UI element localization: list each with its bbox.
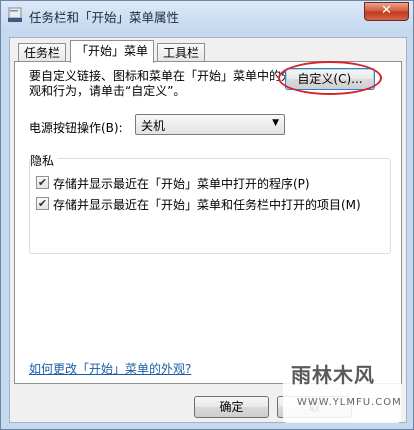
title-bar[interactable]: 任务栏和「开始」菜单属性 ✕	[1, 1, 414, 29]
recent-items-checkbox[interactable]: ✔	[36, 197, 49, 210]
customize-description: 要自定义链接、图标和菜单在「开始」菜单中的外观和行为，请单击“自定义”。	[29, 69, 294, 98]
privacy-group: 隐私 ✔ 存储并显示最近在「开始」菜单中打开的程序(P) ✔ 存储并显示最近在「…	[29, 152, 391, 254]
close-icon: ✕	[381, 3, 392, 18]
privacy-group-title: 隐私	[30, 152, 59, 169]
window-title: 任务栏和「开始」菜单属性	[29, 10, 180, 25]
start-menu-panel: 要自定义链接、图标和菜单在「开始」菜单中的外观和行为，请单击“自定义”。 自定义…	[14, 61, 402, 384]
recent-programs-label: 存储并显示最近在「开始」菜单中打开的程序(P)	[53, 177, 310, 191]
power-button-label: 电源按钮操作(B):	[29, 121, 123, 135]
customize-button[interactable]: 自定义(C)...	[285, 68, 375, 90]
ok-button[interactable]: 确定	[194, 396, 269, 418]
watermark-brand: 雨林木风	[291, 363, 375, 387]
taskbar-properties-icon	[7, 7, 23, 23]
tab-start-menu[interactable]: 「开始」菜单	[70, 40, 155, 63]
close-button[interactable]: ✕	[364, 2, 409, 21]
tab-taskbar[interactable]: 任务栏	[18, 43, 67, 62]
tab-toolbars[interactable]: 工具栏	[157, 43, 206, 62]
power-button-select[interactable]: 关机 ▼	[135, 114, 285, 135]
chevron-down-icon: ▼	[272, 118, 279, 128]
watermark-url: WWW.YLMFU.COM	[297, 397, 402, 408]
power-button-value: 关机	[141, 119, 166, 133]
dialog-window: 任务栏和「开始」菜单属性 ✕ 任务栏 「开始」菜单 工具栏 要自定义链接、图标和…	[0, 0, 414, 430]
recent-programs-checkbox[interactable]: ✔	[36, 176, 49, 189]
watermark-logo: 雨林木风 WWW.YLMFU.COM	[283, 353, 401, 423]
recent-items-label: 存储并显示最近在「开始」菜单和任务栏中打开的项目(M)	[53, 198, 361, 212]
start-menu-help-link[interactable]: 如何更改「开始」菜单的外观?	[29, 360, 191, 377]
